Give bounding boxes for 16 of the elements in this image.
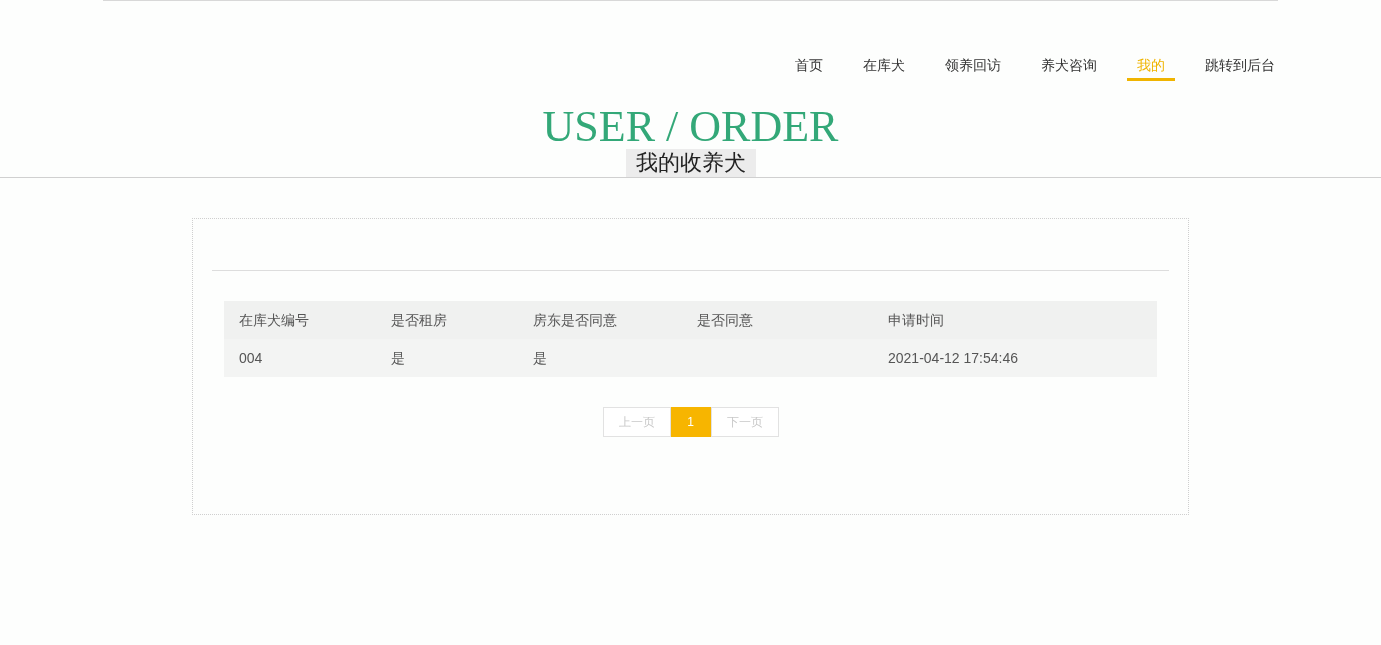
column-header: 在库犬编号 bbox=[238, 310, 310, 330]
column-header: 申请时间 bbox=[887, 310, 945, 330]
table-cell-text: 是 bbox=[390, 348, 406, 368]
nav-link[interactable]: 在库犬 bbox=[853, 49, 915, 81]
nav-link[interactable]: 养犬咨询 bbox=[1031, 49, 1107, 81]
column-header: 是否同意 bbox=[696, 310, 754, 330]
page-subtitle: 我的收养犬 bbox=[625, 149, 756, 177]
column-header: 房东是否同意 bbox=[532, 310, 618, 330]
column-header: 是否租房 bbox=[390, 310, 448, 330]
nav-link[interactable]: 领养回访 bbox=[935, 49, 1011, 81]
nav-link[interactable]: 跳转到后台 bbox=[1195, 49, 1285, 81]
page-title: USER / ORDER bbox=[542, 101, 839, 151]
table-cell-text: 是 bbox=[532, 348, 548, 368]
table-cell-text: 2021-04-12 17:54:46 bbox=[887, 348, 1019, 368]
table-cell-text: 004 bbox=[238, 348, 264, 368]
nav-link[interactable]: 首页 bbox=[785, 49, 833, 81]
